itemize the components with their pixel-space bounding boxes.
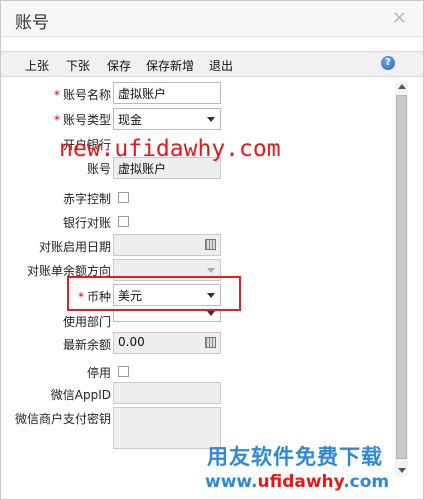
department-select[interactable]	[113, 310, 221, 322]
account-no-label: 账号	[86, 162, 111, 176]
reconcile-start-date-label: 对账启用日期	[38, 240, 111, 254]
next-button[interactable]: 下张	[66, 57, 90, 74]
account-name-label: * 账号名称	[53, 88, 111, 102]
bank-reconcile-checkbox[interactable]	[118, 216, 129, 227]
calculator-icon[interactable]	[205, 337, 216, 348]
watermark-brand: 用友软件免费下载	[207, 445, 383, 469]
account-type-value: 现金	[118, 113, 143, 127]
scroll-down-icon[interactable]	[398, 468, 406, 473]
wechat-secret-label: 微信商户支付密钥	[14, 412, 111, 426]
department-label: 使用部门	[62, 315, 111, 329]
prev-button[interactable]: 上张	[25, 57, 49, 74]
disabled-label: 停用	[86, 366, 111, 380]
latest-balance-value: 0.00	[118, 335, 145, 349]
bank-reconcile-label: 银行对账	[62, 216, 111, 230]
latest-balance-label: 最新余额	[62, 338, 111, 352]
chevron-down-icon	[207, 311, 215, 316]
wechat-appid-input[interactable]	[113, 382, 221, 404]
chevron-down-icon	[207, 268, 215, 273]
account-name-input[interactable]: 虚拟账户	[113, 82, 221, 104]
scroll-thumb[interactable]	[396, 95, 407, 459]
account-dialog: 账号 × 上张 下张 保存 保存新增 退出 ? * 账号名称 虚拟账户 * 账号类型…	[0, 0, 424, 500]
red-control-checkbox[interactable]	[118, 192, 129, 203]
watermark-url-footer: www.ufidawhy.com	[205, 472, 390, 492]
exit-button[interactable]: 退出	[209, 57, 233, 74]
currency-highlight-box	[67, 276, 241, 311]
save-button[interactable]: 保存	[107, 57, 131, 74]
disabled-checkbox[interactable]	[118, 366, 129, 377]
red-control-label: 赤字控制	[62, 192, 111, 206]
toolbar: 上张 下张 保存 保存新增 退出 ?	[1, 51, 423, 77]
reconcile-start-date-input[interactable]	[113, 234, 221, 256]
latest-balance-input[interactable]: 0.00	[113, 332, 221, 354]
watermark-url: new.ufidawhy.com	[59, 136, 281, 162]
account-type-label: * 账号类型	[53, 113, 111, 127]
close-icon[interactable]: ×	[392, 7, 407, 28]
dialog-title: 账号	[15, 13, 49, 33]
calendar-icon[interactable]	[205, 239, 216, 250]
account-type-select[interactable]: 现金	[113, 108, 221, 130]
vertical-scrollbar[interactable]	[395, 81, 408, 476]
chevron-down-icon	[207, 117, 215, 122]
wechat-secret-input[interactable]	[113, 407, 221, 449]
scroll-up-icon[interactable]	[398, 84, 406, 89]
title-bar: 账号 ×	[1, 1, 423, 37]
help-icon[interactable]: ?	[381, 56, 395, 70]
save-new-button[interactable]: 保存新增	[146, 57, 194, 74]
wechat-appid-label: 微信AppID	[50, 388, 111, 402]
